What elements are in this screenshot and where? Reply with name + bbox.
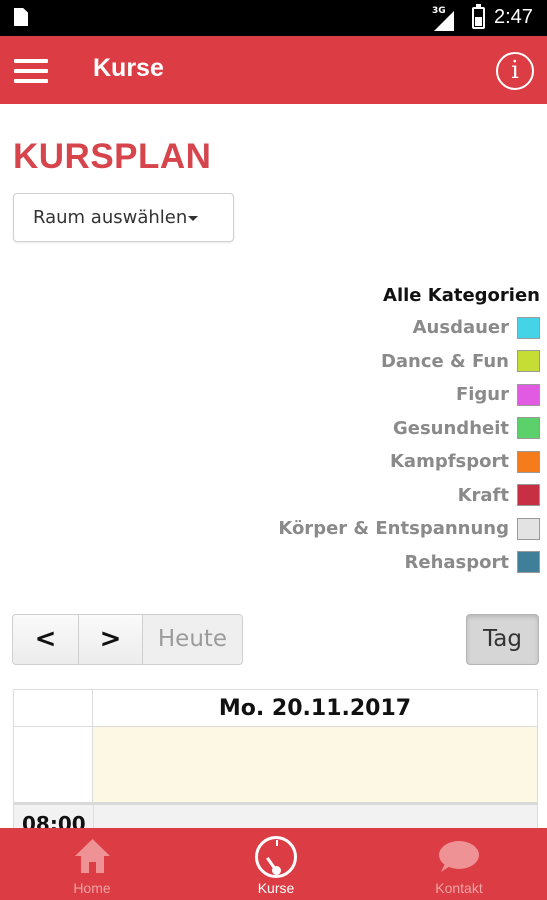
room-select-label: Raum auswählen xyxy=(33,207,188,228)
legend-item-koerper-entspannung[interactable]: Körper & Entspannung xyxy=(240,512,540,546)
speedometer-icon xyxy=(255,836,297,878)
legend-color-swatch xyxy=(517,316,540,339)
legend-item-label: Gesundheit xyxy=(392,417,509,439)
legend-item-label: Dance & Fun xyxy=(380,350,509,372)
legend-color-swatch xyxy=(517,350,540,373)
legend-item-dance-fun[interactable]: Dance & Fun xyxy=(240,345,540,379)
time-column-divider xyxy=(93,805,94,829)
bottom-nav: Home Kurse Kontakt xyxy=(0,828,547,900)
bottom-nav-label: Kurse xyxy=(257,880,295,896)
legend-item-kampfsport[interactable]: Kampfsport xyxy=(240,445,540,479)
legend-item-rehasport[interactable]: Rehasport xyxy=(240,546,540,580)
page-title: KURSPLAN xyxy=(13,137,212,176)
legend-item-label: Kraft xyxy=(457,484,509,506)
calendar-grid: Mo. 20.11.2017 08:00 xyxy=(13,689,538,829)
legend-color-swatch xyxy=(517,417,540,440)
legend-item-label: Ausdauer xyxy=(412,317,509,339)
legend-color-swatch xyxy=(517,551,540,574)
info-icon[interactable]: i xyxy=(496,52,534,90)
legend-item-label: Körper & Entspannung xyxy=(278,518,509,540)
today-button[interactable]: Heute xyxy=(143,615,242,664)
legend-item-figur[interactable]: Figur xyxy=(240,378,540,412)
bottom-nav-kurse[interactable]: Kurse xyxy=(236,828,316,900)
status-bar: 3G 2:47 xyxy=(0,0,547,36)
bottom-nav-label: Home xyxy=(73,880,111,896)
sd-card-icon xyxy=(14,8,28,26)
app-bar: Kurse i xyxy=(0,36,547,104)
legend-item-label: Figur xyxy=(455,384,509,406)
status-time: 2:47 xyxy=(494,6,533,28)
calendar-corner-cell xyxy=(14,690,93,727)
legend-item-kraft[interactable]: Kraft xyxy=(240,479,540,513)
legend-heading[interactable]: Alle Kategorien xyxy=(240,284,540,308)
legend-color-swatch xyxy=(517,450,540,473)
bottom-nav-home[interactable]: Home xyxy=(52,828,132,900)
prev-day-button[interactable]: < xyxy=(13,615,79,664)
legend-color-swatch xyxy=(517,383,540,406)
bottom-nav-kontakt[interactable]: Kontakt xyxy=(419,828,499,900)
battery-icon xyxy=(472,4,485,29)
network-type: 3G xyxy=(432,6,446,16)
legend-item-label: Kampfsport xyxy=(389,451,509,473)
legend-color-swatch xyxy=(517,517,540,540)
hamburger-menu-icon[interactable] xyxy=(14,59,48,83)
time-slot-label: 08:00 xyxy=(22,812,86,829)
legend-item-ausdauer[interactable]: Ausdauer xyxy=(240,311,540,345)
app-bar-title: Kurse xyxy=(93,54,164,82)
calendar-nav-group: < > Heute xyxy=(12,614,243,665)
legend-color-swatch xyxy=(517,484,540,507)
next-day-button[interactable]: > xyxy=(79,615,143,664)
home-icon xyxy=(75,839,110,873)
legend-item-gesundheit[interactable]: Gesundheit xyxy=(240,412,540,446)
day-view-button[interactable]: Tag xyxy=(466,614,539,665)
all-day-slot[interactable] xyxy=(93,727,537,802)
caret-down-icon xyxy=(188,215,199,221)
signal-icon: 3G xyxy=(430,6,454,31)
category-legend: Alle Kategorien Ausdauer Dance & Fun Fig… xyxy=(240,284,540,579)
all-day-label-cell xyxy=(14,727,93,802)
bottom-nav-label: Kontakt xyxy=(435,880,483,896)
calendar-date-header: Mo. 20.11.2017 xyxy=(93,690,537,727)
legend-item-label: Rehasport xyxy=(404,551,509,573)
room-select-dropdown[interactable]: Raum auswählen xyxy=(13,193,234,242)
